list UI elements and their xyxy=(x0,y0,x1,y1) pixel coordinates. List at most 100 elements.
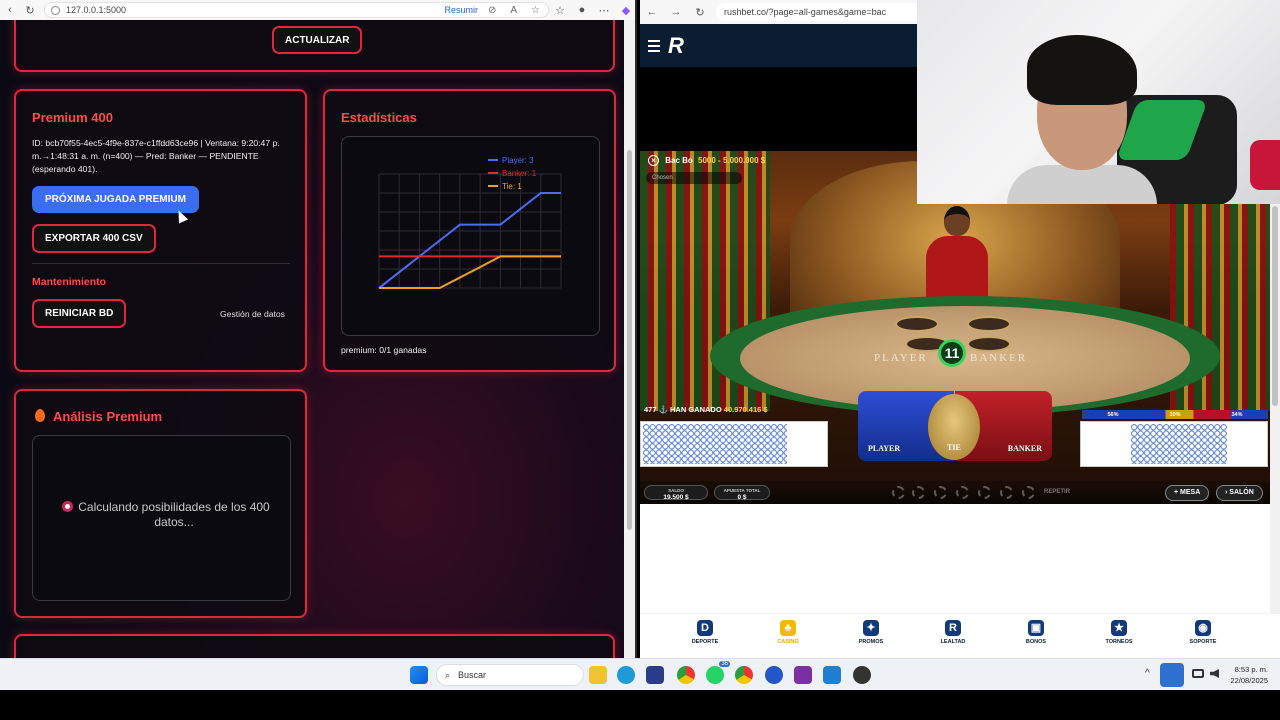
fire-icon xyxy=(35,409,45,422)
right-back-icon[interactable]: ← xyxy=(640,6,664,18)
site-nav-label: PROMOS xyxy=(858,639,884,645)
vscode-icon[interactable] xyxy=(823,666,841,684)
chart-legend: Player: 3 Banker: 1 Tie: 1 xyxy=(488,156,537,191)
volume-icon[interactable] xyxy=(1210,669,1219,678)
won-banner: 477 ⚓ HAN GANADO 40.970.416 $ xyxy=(644,405,768,414)
table-player-label: PLAYER xyxy=(874,352,928,364)
site-nav-deporte[interactable]: D DEPORTE xyxy=(675,620,735,645)
favorite-icon[interactable]: ☆ xyxy=(531,5,540,16)
media-icon[interactable] xyxy=(853,666,871,684)
site-nav-deporte-icon: D xyxy=(697,620,713,636)
site-info-icon[interactable] xyxy=(51,5,60,15)
taskbar-clock[interactable]: 8:53 p. m. 22/08/2025 xyxy=(1230,664,1268,686)
rushbet-logo[interactable]: R xyxy=(668,33,684,59)
chip-3[interactable] xyxy=(934,486,947,499)
store-icon[interactable] xyxy=(646,666,664,684)
chrome-icon[interactable] xyxy=(677,666,695,684)
update-button[interactable]: ACTUALIZAR xyxy=(272,26,363,54)
stats-footer: premium: 0/1 ganadas xyxy=(341,345,427,355)
target-icon xyxy=(62,501,73,512)
site-nav-soporte[interactable]: ◉ SOPORTE xyxy=(1173,620,1233,645)
start-button-icon[interactable] xyxy=(410,666,428,684)
whatsapp-icon[interactable]: 36 xyxy=(706,661,730,684)
legend-label: Banker: 1 xyxy=(502,169,537,178)
site-nav-label: CASINO xyxy=(777,639,799,645)
site-nav-casino[interactable]: ♣ CASINO xyxy=(758,620,818,645)
right-scrollbar[interactable] xyxy=(1270,204,1280,614)
chip-4[interactable] xyxy=(956,486,969,499)
analysis-status: Calculando posibilidades de los 400 dato… xyxy=(78,500,270,529)
repeat-label[interactable]: REPETIR xyxy=(1044,489,1070,495)
streamer-torso xyxy=(1007,165,1157,204)
more-icon[interactable]: ⋯ xyxy=(593,4,615,17)
left-url-field[interactable]: 127.0.0.1:5000 Resumir ⊘ A ☆ xyxy=(44,2,549,18)
stats-card: Estadísticas Player: 3 Banker: 1 Tie: 1 pr… xyxy=(323,89,616,372)
top-card: ACTUALIZAR xyxy=(14,20,615,72)
left-scroll-thumb[interactable] xyxy=(627,150,632,530)
chrome-icon-2[interactable] xyxy=(735,666,753,684)
favorites-icon[interactable]: ☆ xyxy=(549,4,571,17)
stats-banker: 34% xyxy=(1231,411,1243,418)
analysis-panel: Calculando posibilidades de los 400 dato… xyxy=(32,435,291,601)
hamburger-menu-icon[interactable] xyxy=(648,40,660,55)
reset-db-button[interactable]: REINICIAR BD xyxy=(32,299,127,328)
export-csv-button[interactable]: EXPORTAR 400 CSV xyxy=(32,224,156,253)
chip-6[interactable] xyxy=(1000,486,1013,499)
chip-2[interactable] xyxy=(912,486,925,499)
microphone-icon[interactable] xyxy=(1160,663,1184,687)
taskbar-search[interactable]: ⌕ Buscar xyxy=(436,664,584,686)
balance-row: SALDO 19.500 $ APUESTA TOTAL 0 $ REPETIR +… xyxy=(640,481,1280,504)
right-scroll-thumb[interactable] xyxy=(1272,206,1278,406)
bet-tie[interactable]: TIE xyxy=(928,394,980,460)
salon-button[interactable]: › SALÓN xyxy=(1216,485,1263,501)
right-refresh-icon[interactable]: ↻ xyxy=(688,6,712,19)
edge-icon[interactable] xyxy=(617,666,635,684)
site-nav-promos[interactable]: ✦ PROMOS xyxy=(841,620,901,645)
chip-5[interactable] xyxy=(978,486,991,499)
obs-icon[interactable] xyxy=(794,666,812,684)
back-icon[interactable]: ‹ xyxy=(0,4,20,16)
dice-cup-2 xyxy=(967,316,1011,332)
next-premium-button[interactable]: PRÓXIMA JUGADA PREMIUM xyxy=(32,186,199,213)
search-icon: ⌕ xyxy=(445,669,451,680)
left-browser-window: ‹ ↻ 127.0.0.1:5000 Resumir ⊘ A ☆ ☆ ● ⋯ ◆… xyxy=(0,0,637,658)
site-nav-bonos-icon: ▣ xyxy=(1028,620,1044,636)
network-icon[interactable] xyxy=(1192,669,1204,678)
analysis-card: Análisis Premium Calculando posibilidade… xyxy=(14,389,307,618)
premium-card: Premium 400 ID: bcb70f55-4ec5-4f9e-837e-… xyxy=(14,89,307,372)
chart-panel: Player: 3 Banker: 1 Tie: 1 xyxy=(341,136,600,336)
profile-icon[interactable]: ● xyxy=(571,4,593,16)
read-aloud-icon[interactable]: A xyxy=(510,5,517,16)
reader-icon[interactable]: ⊘ xyxy=(488,5,496,16)
close-game-icon[interactable]: × xyxy=(648,155,659,166)
legend-label: Tie: 1 xyxy=(502,182,522,191)
series-line-tie xyxy=(379,255,561,289)
legend-label: Player: 3 xyxy=(502,156,534,165)
app-icon[interactable] xyxy=(765,666,783,684)
dashboard-page: ACTUALIZAR Premium 400 ID: bcb70f55-4ec5… xyxy=(0,20,626,658)
right-forward-icon[interactable]: → xyxy=(664,6,688,18)
site-nav-bonos[interactable]: ▣ BONOS xyxy=(1006,620,1066,645)
tray-chevron-icon[interactable]: ^ xyxy=(1145,668,1150,679)
mesa-button[interactable]: + MESA xyxy=(1165,485,1210,501)
round-timer: 11 xyxy=(938,339,966,367)
left-scoreboard xyxy=(640,421,828,467)
file-explorer-icon[interactable] xyxy=(589,666,607,684)
balance-pill: SALDO 19.500 $ xyxy=(644,485,708,501)
site-nav-torneos[interactable]: ★ TORNEOS xyxy=(1089,620,1149,645)
clock-date: 22/08/2025 xyxy=(1230,676,1268,685)
chip-7[interactable] xyxy=(1022,486,1035,499)
chart-grid xyxy=(378,173,562,289)
site-nav-lealtad[interactable]: R LEALTAD xyxy=(923,620,983,645)
stats-player: 56% xyxy=(1107,411,1119,418)
resumir-button[interactable]: Resumir xyxy=(444,5,478,15)
table-banker-label: BANKER xyxy=(970,352,1028,364)
copilot-icon[interactable]: ◆ xyxy=(615,4,635,17)
left-url-text: 127.0.0.1:5000 xyxy=(66,5,127,15)
refresh-icon[interactable]: ↻ xyxy=(20,4,40,17)
chart-lines xyxy=(378,192,561,289)
left-address-bar: ‹ ↻ 127.0.0.1:5000 Resumir ⊘ A ☆ ☆ ● ⋯ ◆ xyxy=(0,0,635,20)
chip-1[interactable] xyxy=(892,486,905,499)
dice-cup-1 xyxy=(895,316,939,332)
left-scrollbar[interactable] xyxy=(624,20,635,658)
